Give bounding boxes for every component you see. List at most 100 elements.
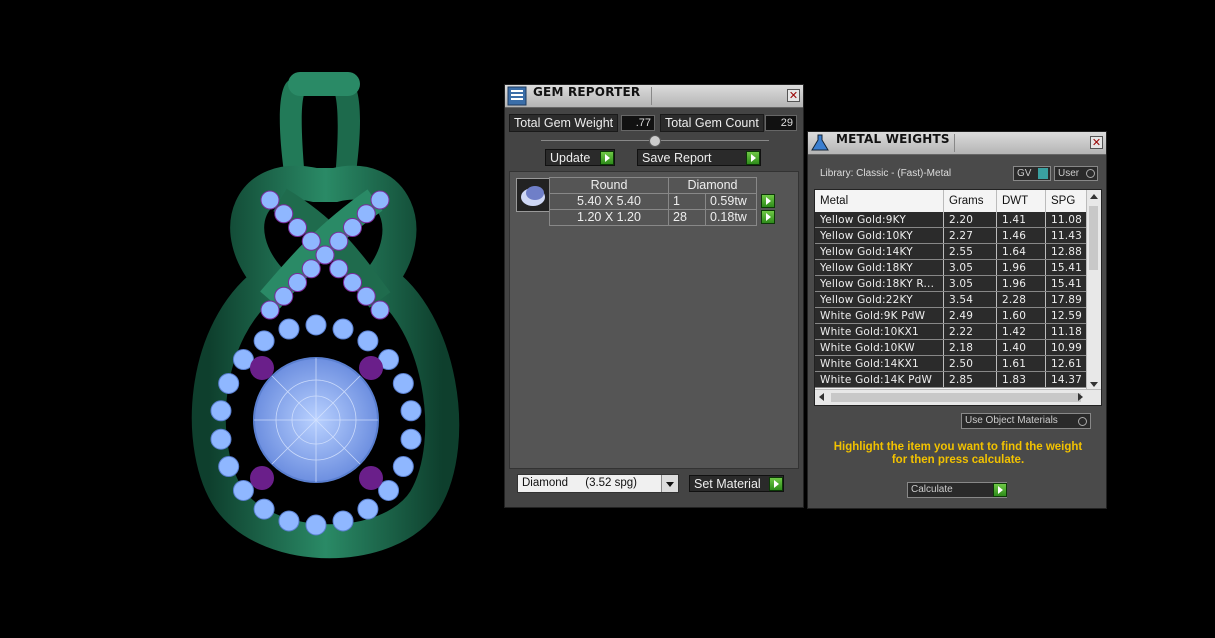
column-header-metal[interactable]: Metal (815, 190, 944, 212)
pave-stone (315, 245, 335, 265)
user-indicator (1086, 169, 1095, 178)
table-row[interactable]: White Gold:14KX1 2.50 1.61 12.61 (815, 355, 1101, 372)
pave-stone (357, 330, 379, 352)
row2-go-icon[interactable] (761, 210, 775, 224)
metal-name: Yellow Gold:9KY (815, 212, 944, 228)
table-row[interactable]: 5.40 X 5.40 1 0.59tw (549, 193, 757, 210)
pave-stone (278, 510, 300, 532)
update-go-icon[interactable] (600, 151, 614, 165)
gem-reporter-title: GEM REPORTER (533, 85, 641, 99)
grams-value: 2.18 (943, 339, 997, 356)
column-header-grams[interactable]: Grams (943, 190, 997, 212)
calculate-button[interactable]: Calculate (907, 482, 1007, 498)
gem-size: 1.20 X 1.20 (549, 209, 669, 226)
pave-stone (260, 190, 280, 210)
use-object-materials-label: Use Object Materials (965, 415, 1058, 426)
total-gem-weight-label: Total Gem Weight (509, 114, 619, 132)
gv-label: GV (1017, 168, 1032, 179)
use-object-materials-button[interactable]: Use Object Materials (961, 413, 1091, 429)
close-icon[interactable]: ✕ (1090, 136, 1103, 149)
gv-indicator (1038, 168, 1048, 179)
dwt-value: 1.61 (996, 355, 1046, 372)
table-row[interactable]: Yellow Gold:10KY 2.27 1.46 11.43 (815, 227, 1101, 244)
library-label: Library: Classic - (Fast)-Metal (820, 168, 952, 179)
close-icon[interactable]: ✕ (787, 89, 800, 102)
dwt-value: 1.96 (996, 259, 1046, 276)
scroll-up-icon[interactable] (1090, 194, 1098, 199)
set-material-go-icon[interactable] (769, 477, 783, 491)
pave-stone (301, 259, 321, 279)
table-row[interactable]: Yellow Gold:18KY 3.05 1.96 15.41 (815, 259, 1101, 276)
metal-weights-title: METAL WEIGHTS (836, 132, 950, 146)
metal-name: White Gold:9K PdW (815, 307, 944, 324)
pave-stone (370, 300, 390, 320)
metal-weights-panel: METAL WEIGHTS ✕ Library: Classic - (Fast… (807, 131, 1107, 509)
splitter-handle[interactable] (541, 135, 769, 147)
pave-stone (370, 190, 390, 210)
table-row[interactable]: 1.20 X 1.20 28 0.18tw (549, 209, 757, 226)
pave-stone (343, 273, 362, 292)
dwt-value: 1.41 (996, 212, 1046, 228)
chevron-down-icon[interactable] (661, 475, 678, 492)
scroll-left-icon[interactable] (819, 393, 824, 401)
gem-size: 5.40 X 5.40 (549, 193, 669, 210)
vertical-scrollbar[interactable] (1086, 190, 1101, 391)
metal-table-container[interactable]: Metal Grams DWT SPG Yellow Gold:9KY 2.20 1… (814, 189, 1102, 406)
material-select[interactable]: Diamond (3.52 spg) (517, 474, 679, 493)
pave-stone (392, 456, 414, 478)
metal-name: Yellow Gold:18KY R... (815, 275, 944, 292)
table-row[interactable]: Yellow Gold:22KY 3.54 2.28 17.89 (815, 291, 1101, 308)
pave-stone (356, 204, 376, 224)
gem-reporter-panel: GEM REPORTER ✕ Total Gem Weight .77 Tota… (504, 84, 804, 508)
user-toggle[interactable]: User (1054, 166, 1098, 181)
pave-stone (305, 314, 327, 336)
pave-stone (357, 498, 379, 520)
pave-stone (343, 218, 362, 237)
radio-icon (1078, 417, 1087, 426)
scroll-right-icon[interactable] (1078, 393, 1083, 401)
gem-report-icon (507, 86, 527, 106)
grams-value: 2.85 (943, 371, 997, 388)
gem-reporter-titlebar[interactable]: GEM REPORTER ✕ (505, 85, 803, 108)
pave-stone (253, 330, 275, 352)
total-gem-count-label: Total Gem Count (660, 114, 764, 132)
row1-go-icon[interactable] (761, 194, 775, 208)
scroll-thumb[interactable] (1089, 206, 1098, 270)
table-row[interactable]: White Gold:9K PdW 2.49 1.60 12.59 (815, 307, 1101, 324)
gem-table-header: Round Diamond (549, 177, 757, 194)
table-row[interactable]: Yellow Gold:9KY 2.20 1.41 11.08 (815, 212, 1101, 228)
calculate-go-icon[interactable] (993, 483, 1007, 497)
pave-stone (278, 318, 300, 340)
table-row[interactable]: White Gold:14K PdW 2.85 1.83 14.37 (815, 371, 1101, 388)
gv-toggle[interactable]: GV (1013, 166, 1051, 181)
save-report-go-icon[interactable] (746, 151, 760, 165)
scroll-hthumb[interactable] (831, 393, 1081, 402)
metal-name: Yellow Gold:14KY (815, 243, 944, 260)
pave-stone (218, 372, 240, 394)
grams-value: 3.05 (943, 275, 997, 292)
shape-header: Round (549, 177, 669, 194)
pave-stone (356, 286, 376, 306)
gem-count: 1 (668, 193, 706, 210)
splitter-knob[interactable] (649, 135, 661, 147)
pave-stone (218, 456, 240, 478)
metal-weights-titlebar[interactable]: METAL WEIGHTS ✕ (808, 132, 1106, 155)
material-name: Diamond (522, 477, 569, 489)
grams-value: 2.49 (943, 307, 997, 324)
metal-name: Yellow Gold:18KY (815, 259, 944, 276)
save-report-button[interactable]: Save Report (637, 149, 761, 166)
horizontal-scrollbar[interactable] (815, 389, 1101, 405)
grams-value: 2.50 (943, 355, 997, 372)
3d-viewport[interactable] (0, 0, 500, 635)
table-row[interactable]: Yellow Gold:14KY 2.55 1.64 12.88 (815, 243, 1101, 260)
table-row[interactable]: White Gold:10KX1 2.22 1.42 11.18 (815, 323, 1101, 340)
table-row[interactable]: White Gold:10KW 2.18 1.40 10.99 (815, 339, 1101, 356)
column-header-dwt[interactable]: DWT (996, 190, 1046, 212)
metal-table: Metal Grams DWT SPG Yellow Gold:9KY 2.20 1… (815, 190, 1101, 388)
table-row[interactable]: Yellow Gold:18KY R... 3.05 1.96 15.41 (815, 275, 1101, 292)
pave-stone (400, 400, 422, 422)
gem-count: 28 (668, 209, 706, 226)
scroll-down-icon[interactable] (1090, 382, 1098, 387)
pave-stone (210, 400, 232, 422)
pave-stone (210, 428, 232, 450)
